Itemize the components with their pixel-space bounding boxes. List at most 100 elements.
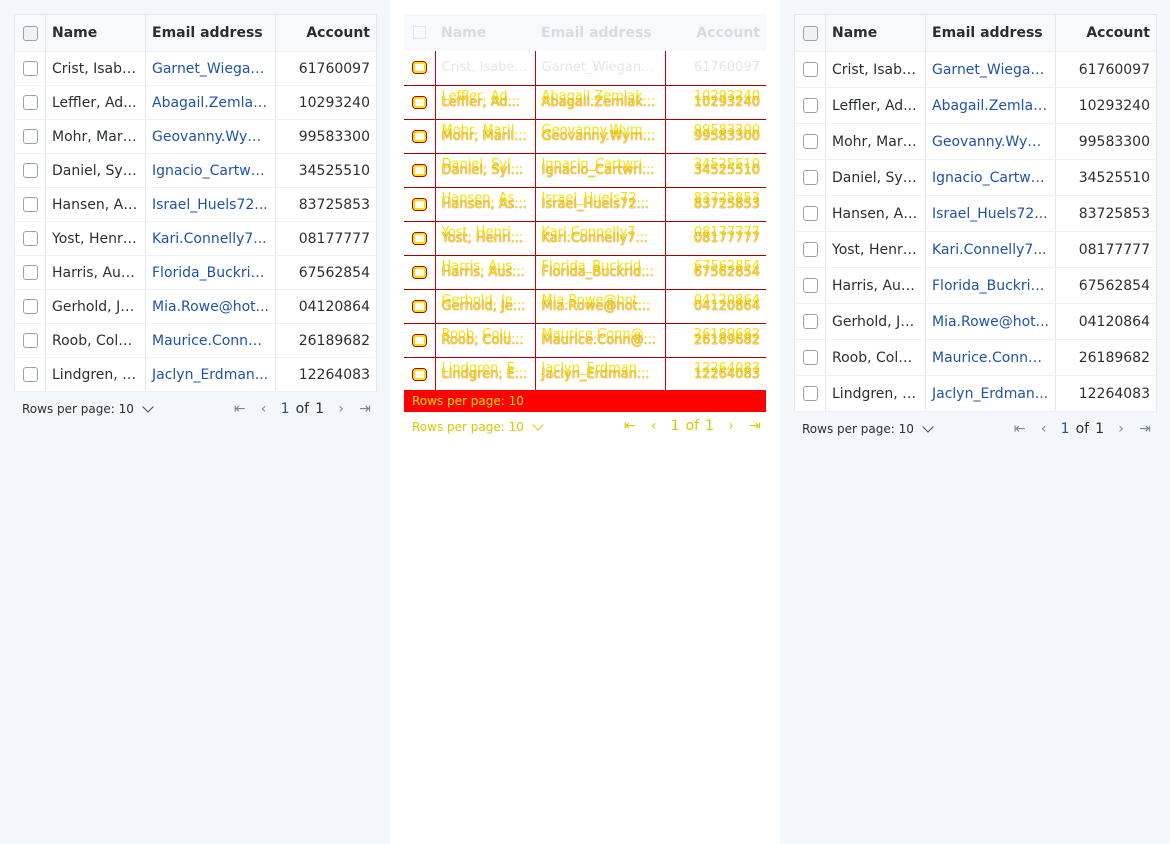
cell-email[interactable]: Maurice.Conn@...: [925, 339, 1056, 376]
cell-email[interactable]: Kari.Connelly7...: [925, 231, 1056, 268]
cell-email[interactable]: Florida_Buckrid...: [145, 255, 276, 290]
row-checkbox[interactable]: [802, 170, 818, 185]
row-checkbox[interactable]: [802, 242, 818, 257]
row-checkbox[interactable]: [22, 367, 38, 382]
table-row[interactable]: Leffler, Ad... Abagail.Zemlak... 10293240: [794, 87, 1157, 124]
table-row[interactable]: Mohr, Maril... Geovanny.Wym... 99583300: [14, 119, 377, 154]
cell-email[interactable]: Garnet_Wiegan...: [145, 51, 276, 86]
first-page-icon[interactable]: ⇤: [1013, 421, 1027, 437]
cell-email[interactable]: Ignacio_Cartwri...: [925, 159, 1056, 196]
table-row[interactable]: Harris, Aus... Florida_Buckrid... 67562854: [794, 267, 1157, 304]
table-row[interactable]: Hansen, As... Israel_Huels72... 83725853: [14, 187, 377, 222]
row-select-cell[interactable]: [14, 357, 46, 392]
column-header-account[interactable]: Account: [275, 14, 377, 52]
row-checkbox[interactable]: [802, 314, 818, 329]
row-checkbox[interactable]: [22, 265, 38, 280]
table-row[interactable]: Leffler, Ad... Abagail.Zemlak... 10293240: [14, 85, 377, 120]
cell-email[interactable]: Florida_Buckrid...: [925, 267, 1056, 304]
row-checkbox[interactable]: [22, 333, 38, 348]
cell-email[interactable]: Jaclyn_Erdman...: [145, 357, 276, 392]
cell-email[interactable]: Abagail.Zemlak...: [145, 85, 276, 120]
table-row[interactable]: Mohr, Maril... Geovanny.Wym... 99583300: [794, 123, 1157, 160]
select-all-checkbox[interactable]: [22, 25, 38, 41]
chevron-down-icon[interactable]: [142, 401, 154, 413]
row-select-cell[interactable]: [14, 289, 46, 324]
table-row[interactable]: Gerhold, Je... Mia.Rowe@hot... 04120864: [794, 303, 1157, 340]
cell-email[interactable]: Abagail.Zemlak...: [925, 87, 1056, 124]
cell-email[interactable]: Geovanny.Wym...: [145, 119, 276, 154]
table-row[interactable]: Daniel, Syl... Ignacio_Cartwri... 34525510: [794, 159, 1157, 196]
column-header-account[interactable]: Account: [1055, 14, 1157, 52]
row-select-cell[interactable]: [794, 303, 826, 340]
row-checkbox[interactable]: [22, 61, 38, 76]
row-checkbox[interactable]: [802, 62, 818, 77]
row-select-cell[interactable]: [794, 51, 826, 88]
last-page-icon[interactable]: ⇥: [358, 401, 372, 417]
prev-page-icon[interactable]: ‹: [257, 401, 271, 417]
row-checkbox[interactable]: [802, 206, 818, 221]
cell-email[interactable]: Mia.Rowe@hot...: [925, 303, 1056, 340]
cell-email[interactable]: Garnet_Wiegan...: [925, 51, 1056, 88]
column-header-name[interactable]: Name: [825, 14, 926, 52]
table-row[interactable]: Gerhold, Je... Mia.Rowe@hot... 04120864: [14, 289, 377, 324]
prev-page-icon[interactable]: ‹: [1037, 421, 1051, 437]
cell-email[interactable]: Geovanny.Wym...: [925, 123, 1056, 160]
row-checkbox[interactable]: [802, 350, 818, 365]
first-page-icon[interactable]: ⇤: [233, 401, 247, 417]
next-page-icon[interactable]: ›: [1114, 421, 1128, 437]
rows-per-page-select[interactable]: Rows per page: 10: [22, 401, 154, 416]
row-checkbox[interactable]: [22, 299, 38, 314]
row-select-cell[interactable]: [14, 51, 46, 86]
row-select-cell[interactable]: [14, 187, 46, 222]
row-select-cell[interactable]: [14, 255, 46, 290]
cell-email[interactable]: Israel_Huels72...: [145, 187, 276, 222]
table-row[interactable]: Yost, Henri... Kari.Connelly7... 08177777: [794, 231, 1157, 268]
row-select-cell[interactable]: [794, 267, 826, 304]
column-header-email[interactable]: Email address: [145, 14, 276, 52]
table-row[interactable]: Crist, Isabe... Garnet_Wiegan... 61760097: [794, 51, 1157, 88]
table-row[interactable]: Roob, Colu... Maurice.Conn@... 26189682: [794, 339, 1157, 376]
row-checkbox[interactable]: [22, 95, 38, 110]
row-checkbox[interactable]: [22, 163, 38, 178]
select-all-cell[interactable]: [794, 14, 826, 52]
row-checkbox[interactable]: [802, 98, 818, 113]
row-select-cell[interactable]: [794, 123, 826, 160]
row-select-cell[interactable]: [794, 159, 826, 196]
row-select-cell[interactable]: [794, 87, 826, 124]
select-all-cell[interactable]: [14, 14, 46, 52]
table-row[interactable]: Lindgren, E... Jaclyn_Erdman... 12264083: [14, 357, 377, 392]
row-select-cell[interactable]: [14, 85, 46, 120]
table-row[interactable]: Daniel, Syl... Ignacio_Cartwri... 34525510: [14, 153, 377, 188]
row-select-cell[interactable]: [794, 231, 826, 268]
row-select-cell[interactable]: [794, 375, 826, 412]
cell-email[interactable]: Maurice.Conn@...: [145, 323, 276, 358]
row-select-cell[interactable]: [14, 119, 46, 154]
row-checkbox[interactable]: [802, 278, 818, 293]
table-row[interactable]: Crist, Isabe... Garnet_Wiegan... 61760097: [14, 51, 377, 86]
row-select-cell[interactable]: [14, 323, 46, 358]
last-page-icon[interactable]: ⇥: [1138, 421, 1152, 437]
rows-per-page-select[interactable]: Rows per page: 10: [802, 421, 934, 436]
select-all-checkbox[interactable]: [802, 25, 818, 41]
cell-email[interactable]: Israel_Huels72...: [925, 195, 1056, 232]
table-row[interactable]: Hansen, As... Israel_Huels72... 83725853: [794, 195, 1157, 232]
row-select-cell[interactable]: [794, 339, 826, 376]
column-header-name[interactable]: Name: [45, 14, 146, 52]
cell-email[interactable]: Kari.Connelly7...: [145, 221, 276, 256]
cell-email[interactable]: Jaclyn_Erdman...: [925, 375, 1056, 412]
row-select-cell[interactable]: [14, 153, 46, 188]
cell-email[interactable]: Ignacio_Cartwri...: [145, 153, 276, 188]
row-checkbox[interactable]: [22, 129, 38, 144]
table-row[interactable]: Roob, Colu... Maurice.Conn@... 26189682: [14, 323, 377, 358]
row-select-cell[interactable]: [794, 195, 826, 232]
row-checkbox[interactable]: [802, 386, 818, 401]
table-row[interactable]: Harris, Aus... Florida_Buckrid... 67562854: [14, 255, 377, 290]
table-row[interactable]: Lindgren, E... Jaclyn_Erdman... 12264083: [794, 375, 1157, 412]
row-checkbox[interactable]: [802, 134, 818, 149]
row-checkbox[interactable]: [22, 231, 38, 246]
cell-email[interactable]: Mia.Rowe@hot...: [145, 289, 276, 324]
column-header-email[interactable]: Email address: [925, 14, 1056, 52]
next-page-icon[interactable]: ›: [334, 401, 348, 417]
row-select-cell[interactable]: [14, 221, 46, 256]
chevron-down-icon[interactable]: [922, 421, 934, 433]
